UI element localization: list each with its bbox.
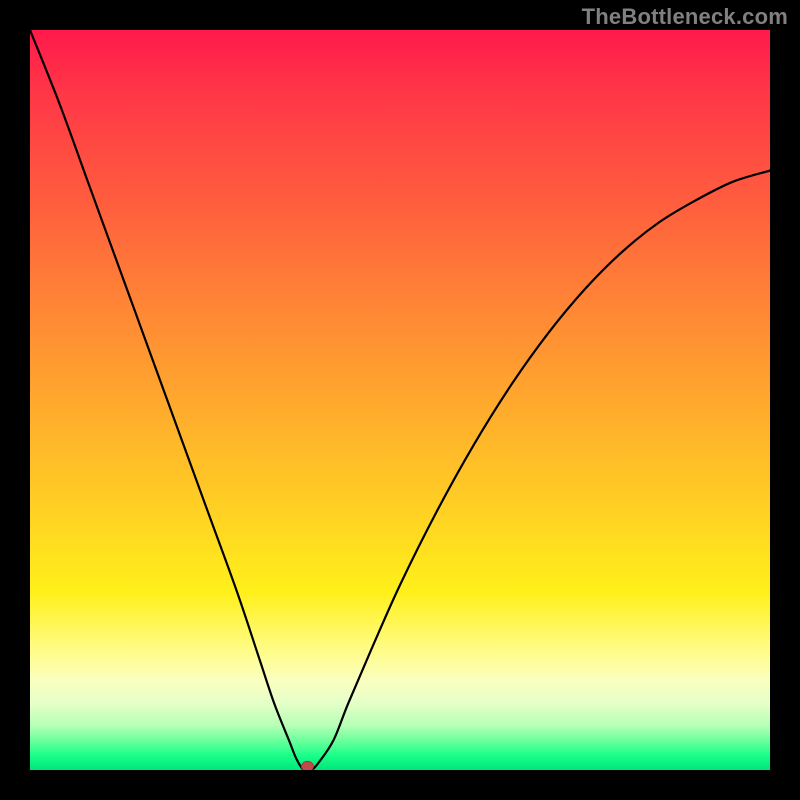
plot-area — [30, 30, 770, 770]
curve-svg — [30, 30, 770, 770]
bottleneck-curve — [30, 30, 770, 770]
minimum-marker — [302, 761, 314, 770]
watermark-text: TheBottleneck.com — [582, 4, 788, 30]
chart-container: TheBottleneck.com — [0, 0, 800, 800]
